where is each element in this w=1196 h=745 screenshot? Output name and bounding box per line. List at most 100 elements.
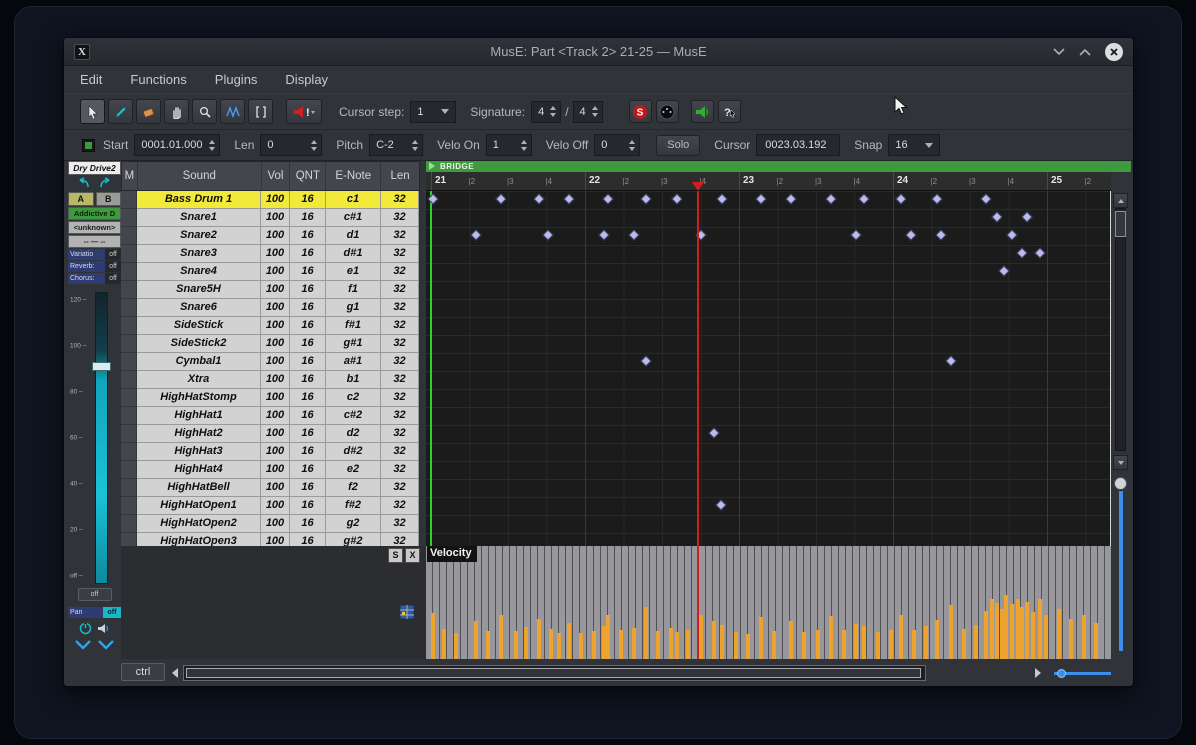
ruler-bar-24[interactable]: 24|2|3|4 — [893, 172, 1047, 191]
note-diamond[interactable] — [640, 355, 651, 366]
qnt-cell[interactable]: 16 — [290, 515, 326, 533]
drum-row-20[interactable]: HighHatOpen310016g#232 — [121, 533, 420, 546]
sound-name-cell[interactable]: Snare5H — [137, 281, 261, 299]
sound-name-cell[interactable]: HighHatBell — [137, 479, 261, 497]
mute-cell[interactable] — [121, 443, 137, 461]
velocity-bar[interactable] — [431, 613, 435, 659]
spinner-arrows-icon[interactable] — [629, 140, 635, 151]
len-cell[interactable]: 32 — [381, 389, 419, 407]
mute-cell[interactable] — [121, 515, 137, 533]
scroll-left-button[interactable] — [168, 666, 181, 680]
marker-bar[interactable]: BRIDGE — [426, 161, 1131, 172]
velocity-bar[interactable] — [899, 615, 903, 659]
drum-row-16[interactable]: HighHat410016e232 — [121, 461, 420, 479]
len-cell[interactable]: 32 — [381, 533, 419, 546]
enote-cell[interactable]: a#1 — [326, 353, 381, 371]
midi-connector-button[interactable] — [656, 100, 679, 123]
mute-cell[interactable] — [121, 227, 137, 245]
velocity-bar[interactable] — [442, 629, 446, 659]
len-cell[interactable]: 32 — [381, 317, 419, 335]
note-diamond[interactable] — [858, 193, 869, 204]
vol-cell[interactable]: 100 — [261, 389, 290, 407]
velocity-bar[interactable] — [632, 628, 636, 659]
enote-cell[interactable]: c1 — [326, 191, 381, 209]
pointer-tool-button[interactable] — [80, 99, 105, 124]
len-cell[interactable]: 32 — [381, 209, 419, 227]
note-diamond[interactable] — [980, 193, 991, 204]
column-mute[interactable]: M — [122, 162, 138, 190]
qnt-cell[interactable]: 16 — [290, 245, 326, 263]
velocity-bar[interactable] — [962, 629, 966, 659]
mute-cell[interactable] — [121, 209, 137, 227]
scroll-down-button[interactable] — [1113, 455, 1128, 470]
note-diamond[interactable] — [533, 193, 544, 204]
enote-cell[interactable]: c#1 — [326, 209, 381, 227]
note-diamond[interactable] — [945, 355, 956, 366]
note-diamond[interactable] — [785, 193, 796, 204]
vol-cell[interactable]: 100 — [261, 407, 290, 425]
len-cell[interactable]: 32 — [381, 353, 419, 371]
enote-cell[interactable]: b1 — [326, 371, 381, 389]
ruler-bar-22[interactable]: 22|2|3|4 — [585, 172, 739, 191]
enote-cell[interactable]: d1 — [326, 227, 381, 245]
velocity-bar[interactable] — [606, 615, 610, 659]
mute-cell[interactable] — [121, 479, 137, 497]
track-name[interactable]: Dry Drive2 — [68, 161, 121, 175]
enote-cell[interactable]: f#2 — [326, 497, 381, 515]
note-diamond[interactable] — [495, 193, 506, 204]
whats-this-button[interactable]: ? — [718, 100, 741, 123]
sound-name-cell[interactable]: Snare4 — [137, 263, 261, 281]
qnt-cell[interactable]: 16 — [290, 317, 326, 335]
velocity-bar[interactable] — [579, 633, 583, 659]
monitor-speaker-icon[interactable] — [97, 622, 110, 635]
note-diamond[interactable] — [715, 499, 726, 510]
controller-select-icon[interactable] — [399, 604, 415, 620]
qnt-cell[interactable]: 16 — [290, 425, 326, 443]
velo-on-spinbox[interactable]: 1 — [486, 134, 532, 156]
qnt-cell[interactable]: 16 — [290, 407, 326, 425]
sound-name-cell[interactable]: SideStick2 — [137, 335, 261, 353]
drum-row-11[interactable]: Xtra10016b132 — [121, 371, 420, 389]
enote-cell[interactable]: g2 — [326, 515, 381, 533]
drum-row-5[interactable]: Snare410016e132 — [121, 263, 420, 281]
mute-cell[interactable] — [121, 353, 137, 371]
vol-cell[interactable]: 100 — [261, 335, 290, 353]
ruler-bar-25[interactable]: 25|2|3|4 — [1047, 172, 1111, 191]
note-diamond[interactable] — [1034, 247, 1045, 258]
drum-row-9[interactable]: SideStick210016g#132 — [121, 335, 420, 353]
vol-cell[interactable]: 100 — [261, 497, 290, 515]
spinner-arrows-icon[interactable] — [521, 140, 527, 151]
note-diamond[interactable] — [671, 193, 682, 204]
title-bar[interactable]: X MusE: Part <Track 2> 21-25 — MusE — [64, 38, 1133, 66]
range-tool-button[interactable] — [248, 99, 273, 124]
qnt-cell[interactable]: 16 — [290, 335, 326, 353]
mute-cell[interactable] — [121, 245, 137, 263]
velocity-bar[interactable] — [1044, 615, 1048, 659]
len-cell[interactable]: 32 — [381, 299, 419, 317]
reverb-control[interactable]: Reverb: off — [68, 261, 121, 272]
column-len[interactable]: Len — [381, 162, 419, 190]
qnt-cell[interactable]: 16 — [290, 353, 326, 371]
drum-row-14[interactable]: HighHat210016d232 — [121, 425, 420, 443]
vertical-zoom-handle[interactable] — [1114, 477, 1127, 490]
velocity-bar[interactable] — [889, 630, 893, 659]
cursor-step-dropdown[interactable]: 1 — [410, 101, 456, 123]
enote-cell[interactable]: e1 — [326, 263, 381, 281]
len-cell[interactable]: 32 — [381, 479, 419, 497]
velocity-bar[interactable] — [990, 599, 994, 659]
layer-a-button[interactable]: A — [68, 192, 94, 206]
vol-cell[interactable]: 100 — [261, 263, 290, 281]
velocity-bar[interactable] — [675, 632, 679, 659]
menu-edit[interactable]: Edit — [80, 72, 102, 87]
vol-cell[interactable]: 100 — [261, 425, 290, 443]
len-cell[interactable]: 32 — [381, 335, 419, 353]
pitch-spinbox[interactable]: C-2 — [369, 134, 423, 156]
enote-cell[interactable]: g#2 — [326, 533, 381, 546]
speaker-button[interactable] — [691, 100, 714, 123]
velocity-bar[interactable] — [549, 629, 553, 659]
vol-cell[interactable]: 100 — [261, 317, 290, 335]
velocity-bar[interactable] — [1010, 604, 1014, 659]
mute-cell[interactable] — [121, 533, 137, 546]
next-event-icon[interactable] — [97, 639, 115, 650]
column-sound[interactable]: Sound — [138, 162, 262, 190]
